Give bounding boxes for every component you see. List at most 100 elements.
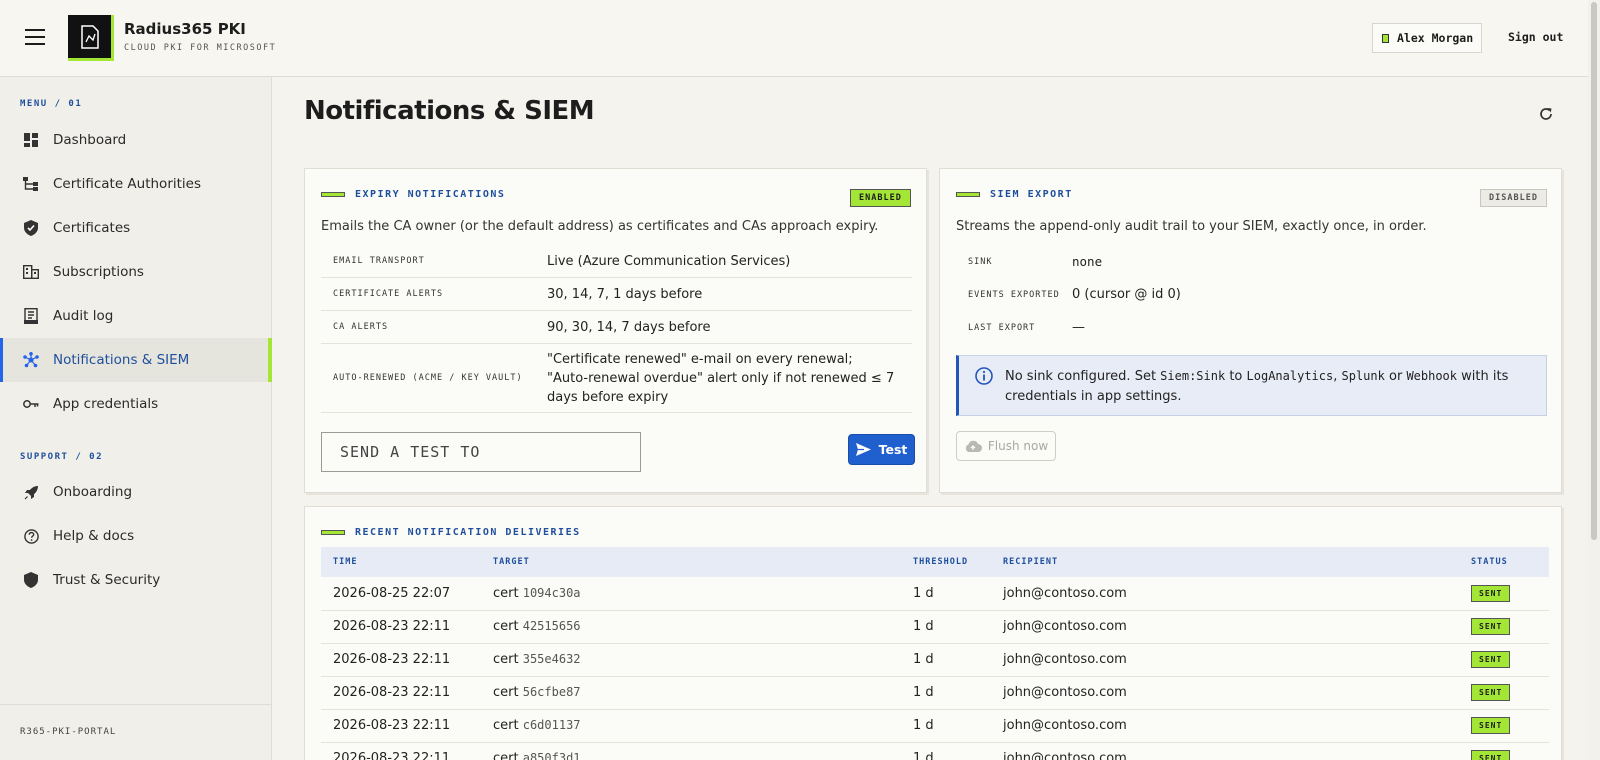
table-row[interactable]: 2026-08-23 22:11 cert 42515656 1 d john@… (321, 610, 1549, 644)
sidebar-item-app-credentials[interactable]: App credentials (0, 382, 272, 426)
cell-time: 2026-08-23 22:11 (321, 643, 481, 677)
flush-now-button[interactable]: Flush now (956, 431, 1056, 461)
sidebar-item-subscriptions[interactable]: Subscriptions (0, 250, 272, 294)
send-test-input[interactable] (321, 432, 641, 472)
cell-recipient: john@contoso.com (991, 709, 1459, 743)
portal-id: R365-PKI-PORTAL (20, 727, 117, 737)
expiry-description: Emails the CA owner (or the default addr… (321, 219, 879, 234)
cell-threshold: 1 d (901, 610, 991, 644)
kv-key: EMAIL TRANSPORT (333, 256, 425, 266)
kv-row-email-transport: EMAIL TRANSPORT Live (Azure Communicatio… (321, 245, 912, 278)
cell-recipient: john@contoso.com (991, 643, 1459, 677)
cell-recipient: john@contoso.com (991, 577, 1459, 611)
section-bar-icon (956, 192, 980, 197)
sidebar-footer: R365-PKI-PORTAL (0, 704, 272, 737)
top-bar: Radius365 PKI CLOUD PKI FOR MICROSOFT Al… (0, 0, 1600, 77)
sidebar-item-help-docs[interactable]: Help & docs (0, 514, 272, 558)
kv-value: "Certificate renewed" e-mail on every re… (547, 351, 895, 405)
kv-row-auto-renewed: AUTO-RENEWED (ACME / KEY VAULT) "Certifi… (321, 344, 912, 413)
cell-status: SENT (1459, 742, 1549, 760)
status-badge: SENT (1471, 584, 1511, 602)
cell-recipient: john@contoso.com (991, 676, 1459, 710)
cell-target: cert 355e4632 (481, 643, 901, 677)
kv-row-last-export: LAST EXPORT — (956, 311, 1547, 344)
recent-deliveries-card: RECENT NOTIFICATION DELIVERIES TIME TARG… (304, 506, 1562, 760)
sidebar-item-notifications-siem[interactable]: Notifications & SIEM (0, 338, 272, 382)
status-badge: SENT (1471, 750, 1511, 760)
test-button[interactable]: Test (848, 434, 915, 465)
status-badge: ENABLED (850, 189, 911, 207)
column-header-threshold: THRESHOLD (901, 547, 991, 577)
brand-name: Radius365 PKI (124, 20, 246, 38)
deliveries-heading: RECENT NOTIFICATION DELIVERIES (321, 527, 581, 538)
cell-time: 2026-08-23 22:11 (321, 610, 481, 644)
kv-value: 30, 14, 7, 1 days before (547, 286, 703, 302)
deliveries-table: TIME TARGET THRESHOLD RECIPIENT STATUS 2… (321, 547, 1549, 760)
kv-value: 90, 30, 14, 7 days before (547, 319, 711, 335)
info-icon (975, 367, 993, 389)
status-badge: SENT (1471, 717, 1511, 734)
cell-status: SENT (1459, 676, 1549, 710)
sidebar-item-audit-log[interactable]: Audit log (0, 294, 272, 338)
cell-time: 2026-08-23 22:11 (321, 742, 481, 760)
hub-icon (23, 352, 39, 368)
logo (68, 15, 114, 61)
sidebar-item-label: Onboarding (53, 484, 133, 500)
cell-target: cert a850f3d1 (481, 742, 901, 760)
status-badge: SENT (1471, 684, 1511, 701)
siem-export-card: SIEM EXPORT DISABLED Streams the append-… (939, 168, 1562, 493)
sidebar-item-certificates[interactable]: Certificates (0, 206, 272, 250)
sidebar-item-certificate-authorities[interactable]: Certificate Authorities (0, 162, 272, 206)
kv-key: CA ALERTS (333, 322, 389, 332)
sidebar-item-label: Help & docs (53, 528, 135, 544)
kv-key: LAST EXPORT (968, 322, 1036, 333)
user-menu[interactable]: Alex Morgan (1372, 23, 1482, 53)
dashboard-icon (23, 132, 39, 148)
kv-row-events-exported: EVENTS EXPORTED 0 (cursor @ id 0) (956, 278, 1547, 311)
kv-key: EVENTS EXPORTED (968, 289, 1060, 300)
status-badge: SENT (1471, 651, 1511, 668)
cell-time: 2026-08-23 22:11 (321, 676, 481, 710)
sidebar-item-onboarding[interactable]: Onboarding (0, 470, 272, 514)
menu-icon[interactable] (25, 29, 45, 45)
cell-status: SENT (1459, 643, 1549, 677)
status-badge: DISABLED (1480, 189, 1547, 207)
table-row[interactable]: 2026-08-23 22:11 cert c6d01137 1 d john@… (321, 709, 1549, 743)
certificate-logo-icon (81, 25, 99, 49)
siem-heading: SIEM EXPORT (956, 189, 1073, 200)
cell-threshold: 1 d (901, 742, 991, 760)
cell-target: cert 56cfbe87 (481, 676, 901, 710)
sidebar-item-trust-security[interactable]: Trust & Security (0, 558, 272, 602)
scrollbar-thumb[interactable] (1591, 2, 1597, 540)
table-row[interactable]: 2026-08-25 22:07 cert 1094c30a 1 d john@… (321, 577, 1549, 611)
table-row[interactable]: 2026-08-23 22:11 cert a850f3d1 1 d john@… (321, 742, 1549, 760)
cell-threshold: 1 d (901, 676, 991, 710)
key-icon (23, 396, 39, 412)
sidebar-item-label: Certificate Authorities (53, 176, 201, 192)
expiry-notifications-card: EXPIRY NOTIFICATIONS ENABLED Emails the … (304, 168, 927, 493)
sidebar-item-dashboard[interactable]: Dashboard (0, 118, 272, 162)
table-row[interactable]: 2026-08-23 22:11 cert 56cfbe87 1 d john@… (321, 676, 1549, 710)
sidebar-item-label: Dashboard (53, 132, 127, 148)
page-title: Notifications & SIEM (304, 96, 595, 126)
hierarchy-icon (23, 176, 39, 192)
no-sink-info: No sink configured. Set Siem:Sink to Log… (956, 355, 1547, 416)
kv-row-sink: SINK none (956, 245, 1547, 278)
shield-icon (23, 572, 39, 588)
refresh-icon[interactable] (1538, 106, 1556, 124)
sidebar-item-label: App credentials (53, 396, 159, 412)
shield-check-icon (23, 220, 39, 236)
cell-threshold: 1 d (901, 709, 991, 743)
cell-recipient: john@contoso.com (991, 610, 1459, 644)
cell-status: SENT (1459, 610, 1549, 644)
table-header-row: TIME TARGET THRESHOLD RECIPIENT STATUS (321, 547, 1549, 577)
cell-status: SENT (1459, 577, 1549, 611)
page-scrollbar[interactable] (1588, 0, 1600, 760)
cell-time: 2026-08-23 22:11 (321, 709, 481, 743)
send-icon (855, 443, 871, 456)
siem-description: Streams the append-only audit trail to y… (956, 219, 1427, 234)
cell-target: cert 42515656 (481, 610, 901, 644)
sign-out-link[interactable]: Sign out (1508, 30, 1563, 44)
table-row[interactable]: 2026-08-23 22:11 cert 355e4632 1 d john@… (321, 643, 1549, 677)
kv-value: Live (Azure Communication Services) (547, 253, 791, 269)
